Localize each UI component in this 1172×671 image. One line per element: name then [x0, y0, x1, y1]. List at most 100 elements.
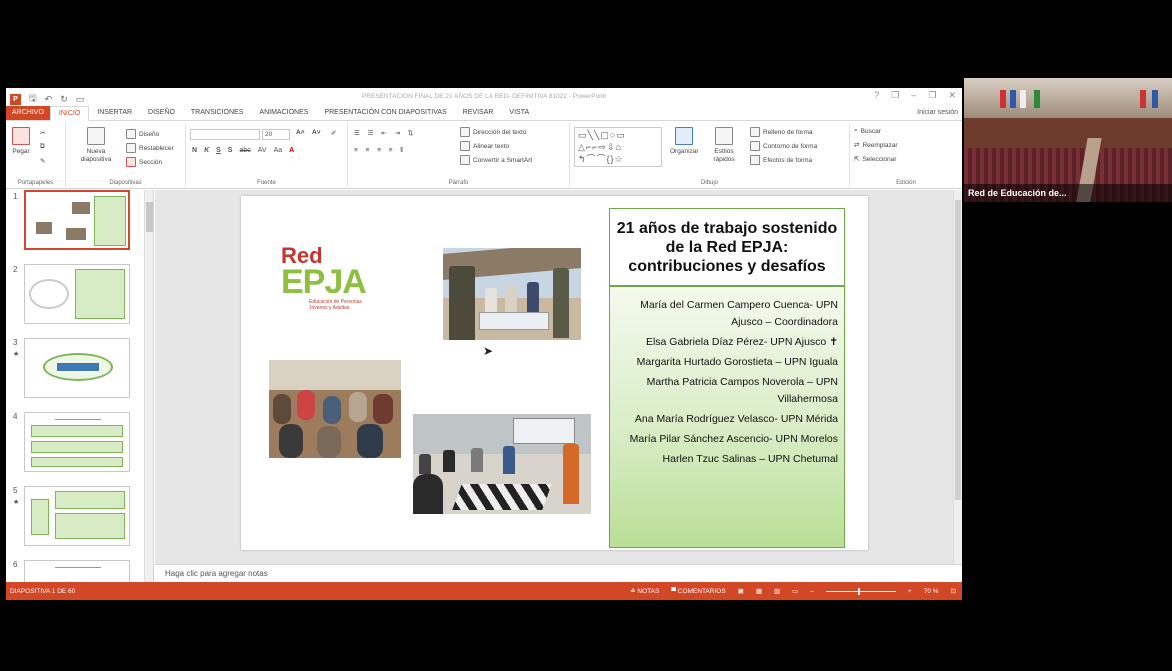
photo-outdoor-group[interactable]	[443, 248, 581, 340]
thumbnails-scrollbar[interactable]	[144, 190, 153, 582]
ribbon-display-icon[interactable]: ❐	[891, 90, 899, 101]
paste-button[interactable]: Pegar	[12, 127, 30, 155]
quick-styles-button[interactable]: Estilos rápidos	[710, 127, 738, 164]
fit-slide-icon[interactable]: ⊡	[951, 587, 956, 595]
shrink-font-icon[interactable]: A˅	[312, 129, 321, 136]
tab-presentacion[interactable]: PRESENTACIÓN CON DIAPOSITIVAS	[316, 106, 454, 120]
flag-icon	[1140, 90, 1146, 108]
smartart-icon	[460, 155, 470, 165]
slide-thumbnails-pane: 1 2 3 ★ 4 5 ★ 6	[6, 190, 154, 582]
zoom-in-icon[interactable]: +	[908, 588, 912, 595]
spacing-button[interactable]: AV	[258, 147, 267, 154]
zoom-level[interactable]: 70 %	[924, 588, 939, 595]
new-slide-button[interactable]: Nueva diapositiva	[76, 127, 116, 164]
change-case-button[interactable]: Aa	[274, 147, 283, 154]
zoom-out-icon[interactable]: –	[810, 588, 814, 595]
participant-name: Red de Educación de...	[964, 184, 1172, 202]
zoom-slider[interactable]	[825, 587, 896, 595]
select-button[interactable]: ⇱ Seleccionar	[854, 155, 896, 164]
align-text-button[interactable]: Alinear texto	[460, 141, 509, 151]
notes-pane[interactable]: Haga clic para agregar notas	[155, 564, 962, 582]
slide-sorter-icon[interactable]: ▦	[756, 587, 762, 595]
smartart-button[interactable]: Convertir a SmartArt	[460, 155, 532, 165]
slideshow-icon[interactable]: ▭	[792, 587, 798, 595]
group-diapositivas: Nueva diapositiva Diseño Restablecer Sec…	[66, 123, 186, 187]
slide-text-panel[interactable]: 21 años de trabajo sostenido de la Red E…	[609, 208, 845, 548]
tab-inicio[interactable]: INICIO	[49, 106, 90, 121]
text-direction-button[interactable]: Dirección del texto	[460, 127, 526, 137]
thumbnail-slide-3[interactable]	[24, 338, 130, 398]
layout-button[interactable]: Diseño	[126, 129, 159, 139]
ribbon: Pegar ✂ ⧉ ✎ Portapapeles Nueva diapositi…	[6, 121, 962, 189]
animation-star-icon: ★	[13, 351, 20, 358]
thumbnail-slide-1[interactable]	[24, 190, 130, 250]
group-fuente: 20 A˄ A˅ ✐ N K S S abc AV Aa A Fuente	[186, 123, 348, 187]
effects-icon	[750, 155, 760, 165]
strikethrough-button[interactable]: abc	[239, 147, 250, 154]
reset-icon	[126, 143, 136, 153]
organize-button[interactable]: Organizar	[670, 127, 699, 155]
help-icon[interactable]: ?	[874, 90, 879, 101]
restore-button[interactable]: ❐	[928, 90, 936, 101]
normal-view-icon[interactable]: ▣	[738, 587, 744, 595]
reset-button[interactable]: Restablecer	[126, 143, 174, 153]
group-label: Párrafo	[448, 180, 469, 186]
comments-toggle-button[interactable]: ▀ COMENTARIOS	[671, 588, 725, 595]
organize-icon	[675, 127, 694, 145]
tab-revisar[interactable]: REVISAR	[455, 106, 502, 120]
signin-link[interactable]: Iniciar sesión	[917, 106, 962, 120]
bullets-icon[interactable]: ☰ ☰ ⇤ ⇥ ⇅	[354, 129, 416, 137]
screen: P 🖫 ↶ ↻ ▭ PRESENTACION FINAL DE 21 AÑOS …	[0, 0, 1172, 671]
tab-animaciones[interactable]: ANIMACIONES	[251, 106, 316, 120]
section-icon	[126, 157, 136, 167]
status-bar: DIAPOSITIVA 1 DE 60 ≗ NOTAS ▀ COMENTARIO…	[6, 582, 962, 600]
author-line: María Pilar Sánchez Ascencio- UPN Morelo…	[629, 433, 838, 445]
photo-classroom[interactable]	[413, 414, 591, 514]
author-line: María del Carmen Campero Cuenca- UPN Aju…	[640, 299, 838, 328]
format-painter-icon[interactable]: ✎	[40, 157, 45, 165]
align-icon[interactable]: ≡ ≡ ≡ ≡ ⫴	[354, 147, 406, 155]
thumbnail-slide-2[interactable]	[24, 264, 130, 324]
font-size-combo[interactable]: 20	[262, 129, 290, 140]
section-button[interactable]: Sección	[126, 157, 162, 167]
thumbnail-slide-6[interactable]	[24, 560, 130, 582]
tab-transiciones[interactable]: TRANSICIONES	[183, 106, 252, 120]
underline-button[interactable]: S	[216, 147, 221, 154]
video-participant-tile[interactable]: Red de Educación de...	[964, 78, 1172, 202]
shape-outline-button[interactable]: Contorno de forma	[750, 141, 817, 151]
font-name-combo[interactable]	[190, 129, 260, 140]
thumbnail-slide-5[interactable]	[24, 486, 130, 546]
tab-diseno[interactable]: DISEÑO	[140, 106, 183, 120]
replace-button[interactable]: ⇄ Reemplazar	[854, 141, 898, 150]
editor-scrollbar[interactable]	[953, 190, 962, 564]
reading-view-icon[interactable]: ▥	[774, 587, 780, 595]
ribbon-tabs: ARCHIVO INICIO INSERTAR DISEÑO TRANSICIO…	[6, 106, 962, 121]
find-button[interactable]: ⌕ Buscar	[854, 127, 881, 135]
shapes-gallery[interactable]: ▭╲╲▢○▭ △⌐⌐⇨⇩⌂ ↰⌒⌒{}☆	[574, 127, 662, 167]
close-button[interactable]: ✕	[948, 90, 956, 101]
copy-icon[interactable]: ⧉	[40, 143, 45, 151]
tab-archivo[interactable]: ARCHIVO	[6, 106, 50, 120]
authors-box[interactable]: María del Carmen Campero Cuenca- UPN Aju…	[609, 286, 845, 548]
grow-font-icon[interactable]: A˄	[296, 129, 305, 136]
font-format-buttons: N K S S abc AV Aa A	[192, 147, 294, 154]
photo-meeting-room[interactable]	[269, 360, 401, 458]
tab-insertar[interactable]: INSERTAR	[89, 106, 140, 120]
notes-toggle-button[interactable]: ≗ NOTAS	[630, 587, 659, 595]
minimize-button[interactable]: –	[911, 90, 916, 101]
thumbnail-number: 1	[13, 192, 18, 201]
bold-button[interactable]: N	[192, 147, 197, 154]
cut-icon[interactable]: ✂	[40, 129, 45, 137]
slide-canvas[interactable]: Red EPJA Educación de Personas Jóvenes y…	[241, 196, 868, 550]
new-slide-icon	[87, 127, 105, 145]
shape-effects-button[interactable]: Efectos de forma	[750, 155, 812, 165]
author-line: Harlen Tzuc Salinas – UPN Chetumal	[662, 453, 838, 465]
shape-fill-button[interactable]: Relleno de forma	[750, 127, 813, 137]
slide-title-box[interactable]: 21 años de trabajo sostenido de la Red E…	[609, 208, 845, 286]
font-color-button[interactable]: A	[289, 147, 294, 154]
clear-format-icon[interactable]: ✐	[331, 129, 336, 137]
shadow-button[interactable]: S	[228, 147, 233, 154]
thumbnail-slide-4[interactable]	[24, 412, 130, 472]
tab-vista[interactable]: VISTA	[501, 106, 537, 120]
italic-button[interactable]: K	[204, 147, 209, 154]
